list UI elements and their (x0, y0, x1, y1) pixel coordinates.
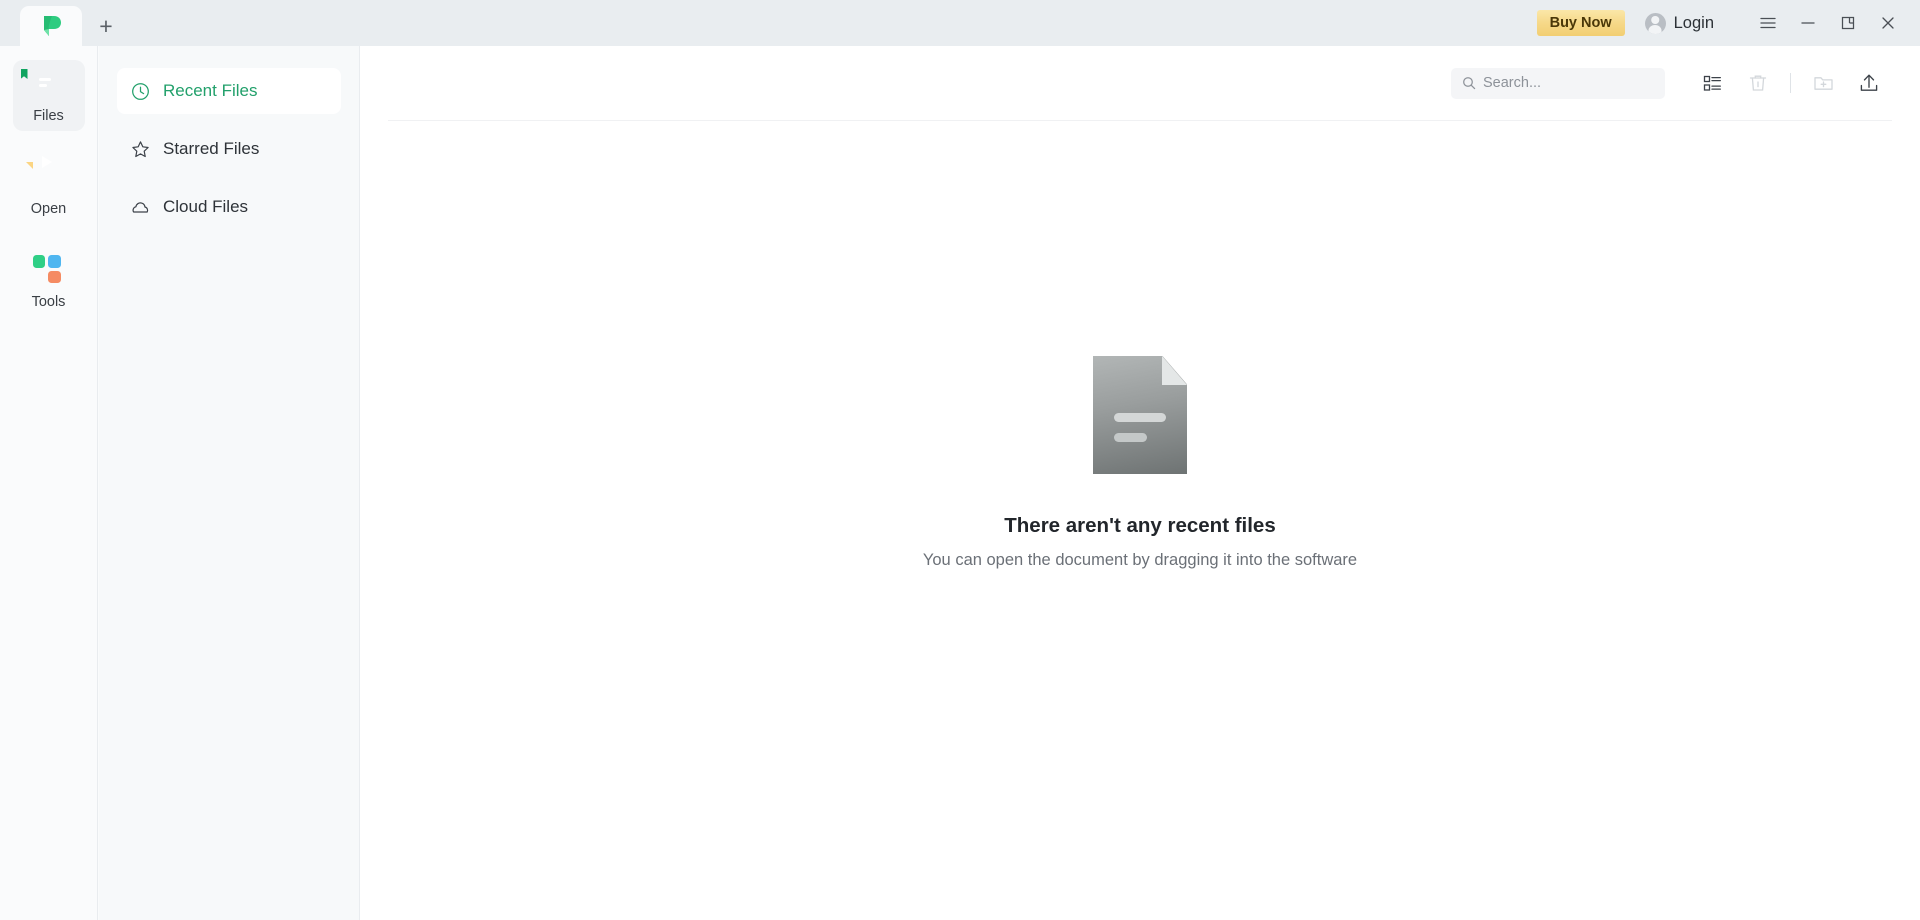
buy-now-label: Buy Now (1549, 15, 1612, 31)
nav-item-cloud-files[interactable]: Cloud Files (117, 184, 341, 230)
rail-label-files: Files (33, 108, 64, 124)
cloud-icon (130, 197, 150, 217)
restore-window-icon (1841, 16, 1855, 30)
search-input[interactable]: Search... (1451, 67, 1665, 99)
plus-icon: + (99, 12, 113, 39)
open-icon (33, 156, 65, 194)
minimize-button[interactable] (1788, 0, 1828, 46)
rail-item-open[interactable]: Open (13, 153, 85, 224)
trash-icon (1749, 75, 1767, 91)
rail-label-open: Open (30, 201, 67, 217)
new-folder-icon (1813, 76, 1833, 90)
rail-label-tools: Tools (31, 294, 66, 310)
title-bar: + Buy Now Login (0, 0, 1920, 46)
empty-state: There aren't any recent files You can op… (360, 356, 1920, 570)
login-button[interactable]: Login (1644, 12, 1714, 34)
empty-state-title: There aren't any recent files (1004, 514, 1276, 537)
upload-button[interactable] (1846, 60, 1892, 106)
window-controls-group: Buy Now Login (1536, 0, 1920, 46)
clock-icon (130, 81, 150, 101)
nav-item-starred-files[interactable]: Starred Files (117, 126, 341, 172)
close-button[interactable] (1868, 0, 1908, 46)
nav-item-recent-files[interactable]: Recent Files (117, 68, 341, 114)
app-tab[interactable] (20, 6, 82, 46)
restore-window-button[interactable] (1828, 0, 1868, 46)
empty-state-subtitle: You can open the document by dragging it… (922, 551, 1358, 569)
rail-item-tools[interactable]: Tools (13, 246, 85, 317)
nav-label-recent-files: Recent Files (163, 81, 258, 100)
new-tab-button[interactable]: + (82, 6, 130, 46)
content-area: Search... There aren't any recent files … (360, 46, 1920, 920)
tools-grid-icon (32, 255, 65, 287)
list-view-button[interactable] (1689, 60, 1735, 106)
tab-strip: + (0, 0, 130, 46)
pdf-app-logo-icon (38, 13, 64, 39)
buy-now-button[interactable]: Buy Now (1536, 10, 1625, 36)
search-placeholder: Search... (1483, 75, 1542, 91)
upload-icon (1860, 74, 1878, 91)
delete-button[interactable] (1735, 60, 1781, 106)
search-icon (1463, 77, 1476, 90)
new-folder-button[interactable] (1800, 60, 1846, 106)
files-icon (20, 69, 65, 101)
content-toolbar: Search... (360, 46, 1920, 120)
toolbar-divider (1790, 73, 1791, 93)
nav-panel: Recent Files Starred Files Cloud Files (99, 46, 360, 920)
rail-item-files[interactable]: Files (12, 60, 85, 131)
login-label: Login (1673, 13, 1714, 32)
minimize-icon (1801, 22, 1815, 24)
hamburger-menu-icon (1760, 17, 1776, 29)
hamburger-menu-button[interactable] (1748, 0, 1788, 46)
list-view-icon (1703, 75, 1721, 91)
nav-label-cloud-files: Cloud Files (163, 197, 249, 216)
toolbar-bottom-divider (388, 120, 1892, 121)
close-icon (1882, 17, 1894, 29)
user-avatar-icon (1644, 12, 1666, 34)
left-rail: Files Open Tools (0, 46, 98, 920)
nav-label-starred-files: Starred Files (163, 139, 260, 158)
document-placeholder-icon (1093, 356, 1187, 474)
star-icon (130, 139, 150, 159)
